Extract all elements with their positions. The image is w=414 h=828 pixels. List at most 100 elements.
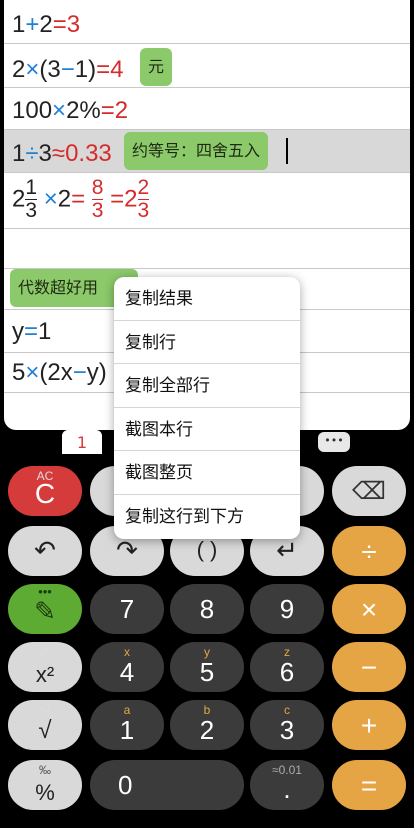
calc-line-6-empty[interactable]	[4, 229, 410, 269]
key-label: 4	[119, 657, 135, 687]
expr-operand: 2%	[66, 97, 101, 124]
expr-operand: 3	[38, 140, 52, 167]
key-secondary-label: xⁿ	[39, 645, 51, 659]
denominator: 3	[137, 199, 150, 222]
digit-6-key[interactable]: z 6	[250, 642, 324, 692]
expr-operand: 1)	[74, 56, 97, 83]
expr-result: 4	[110, 56, 124, 83]
key-label: ( )	[196, 537, 218, 562]
divide-key[interactable]: ÷	[332, 526, 406, 576]
key-label: 5	[199, 657, 215, 687]
calc-line-5[interactable]: 213 ×2= 83 =2 2 3	[4, 173, 410, 229]
expr-whole: 2	[124, 185, 138, 213]
digit-7-key[interactable]: 7	[90, 584, 164, 634]
digit-0-key[interactable]: 0	[90, 760, 244, 810]
root-key[interactable]: ⁿ√ √	[8, 700, 82, 750]
digit-1-key[interactable]: a 1	[90, 700, 164, 750]
key-label: 2	[199, 715, 215, 745]
clear-key[interactable]: AC C	[8, 466, 82, 516]
line-note[interactable]: 元	[140, 48, 173, 86]
more-tabs-button[interactable]: •••	[318, 432, 350, 452]
percent-key[interactable]: ‰ %	[8, 760, 82, 810]
menu-copy-all-lines[interactable]: 复制全部行	[114, 364, 300, 408]
key-label: x²	[35, 662, 55, 687]
fraction-result: 83	[91, 176, 104, 222]
fraction: 13	[25, 176, 38, 222]
expr-operand: 2	[57, 185, 72, 213]
key-label: C	[34, 478, 56, 509]
key-label: √	[38, 717, 52, 744]
menu-screenshot-line[interactable]: 截图本行	[114, 408, 300, 452]
undo-key[interactable]: ↶	[8, 526, 82, 576]
expr-operand: (3	[39, 56, 61, 83]
expr-result: 3	[66, 11, 81, 38]
expr-operator: −	[60, 56, 75, 83]
expr-operand: 1	[38, 318, 52, 345]
pencil-icon: ✎	[34, 596, 56, 626]
expr-operator: −	[72, 359, 87, 386]
menu-screenshot-page[interactable]: 截图整页	[114, 451, 300, 495]
expr-operator: +	[25, 11, 40, 38]
expr-equals: =	[24, 318, 39, 345]
digit-8-key[interactable]: 8	[170, 584, 244, 634]
numerator: 2	[137, 176, 150, 199]
expr-operand: 1	[12, 11, 26, 38]
key-secondary-label: ‰	[39, 763, 51, 777]
calc-line-4-selected[interactable]: 1÷3≈0.33 约等号：四舍五入	[4, 130, 410, 173]
expr-equals: =	[52, 11, 67, 38]
expr-operand: y)	[86, 359, 107, 386]
power-key[interactable]: xⁿ x²	[8, 642, 82, 692]
expr-whole: 2	[12, 185, 26, 213]
decimal-key[interactable]: ≈0.01 .	[250, 760, 324, 810]
tab-1[interactable]: 1	[62, 430, 102, 454]
equals-key[interactable]: =	[332, 760, 406, 810]
context-menu: 复制结果 复制行 复制全部行 截图本行 截图整页 复制这行到下方	[114, 277, 300, 539]
expr-approx: ≈	[51, 140, 66, 167]
denominator: 3	[91, 199, 104, 222]
key-label: 3	[279, 715, 295, 745]
key-label: 7	[119, 594, 135, 624]
plus-key[interactable]: +	[332, 700, 406, 750]
denominator: 3	[25, 199, 38, 222]
digit-2-key[interactable]: b 2	[170, 700, 244, 750]
expr-operator: ×	[52, 97, 67, 124]
menu-copy-line[interactable]: 复制行	[114, 321, 300, 365]
digit-5-key[interactable]: y 5	[170, 642, 244, 692]
key-label: %	[35, 780, 55, 805]
key-secondary-label: ⁿ√	[39, 703, 51, 717]
key-label: −	[360, 652, 378, 683]
key-label: 9	[279, 594, 295, 624]
expr-operand: 1	[12, 140, 26, 167]
menu-copy-line-below[interactable]: 复制这行到下方	[114, 495, 300, 539]
expr-result: 2	[114, 97, 129, 124]
fraction-result: 23	[137, 176, 150, 222]
enter-icon: ↵	[276, 535, 298, 565]
line-note[interactable]: 约等号：四舍五入	[124, 132, 269, 170]
digit-3-key[interactable]: c 3	[250, 700, 324, 750]
key-label: ×	[360, 594, 378, 625]
expr-equals: =	[110, 185, 125, 213]
multiply-key[interactable]: ×	[332, 584, 406, 634]
calc-line-3[interactable]: 100×2%=2	[4, 88, 410, 130]
key-label: =	[360, 770, 378, 801]
expr-result: 0.33	[65, 140, 112, 167]
note-edit-key[interactable]: ••• ✎	[8, 584, 82, 634]
calc-line-2[interactable]: 2×(3−1)=4 元	[4, 44, 410, 88]
calc-line-1[interactable]: 1+2=3	[4, 0, 410, 44]
key-label: 1	[119, 715, 135, 745]
expr-equals: =	[71, 185, 86, 213]
numerator: 1	[25, 176, 38, 199]
expr-operand: 2	[12, 56, 26, 83]
expr-operator: ×	[25, 56, 40, 83]
numerator: 8	[91, 176, 104, 199]
digit-9-key[interactable]: 9	[250, 584, 324, 634]
digit-4-key[interactable]: x 4	[90, 642, 164, 692]
key-label: ÷	[361, 536, 377, 567]
expr-operator: ×	[25, 359, 40, 386]
key-label: +	[360, 710, 378, 741]
minus-key[interactable]: −	[332, 642, 406, 692]
menu-copy-result[interactable]: 复制结果	[114, 277, 300, 321]
backspace-key[interactable]: ⌫	[332, 466, 406, 516]
text-cursor	[286, 138, 288, 164]
backspace-icon: ⌫	[352, 478, 386, 505]
